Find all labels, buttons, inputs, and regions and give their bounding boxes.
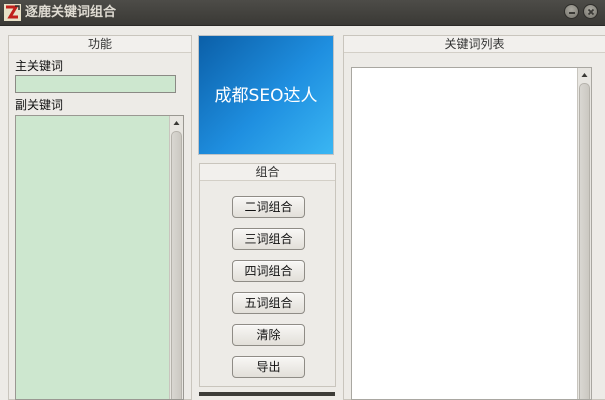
export-button[interactable]: 导出	[232, 356, 305, 378]
three-word-combine-button[interactable]: 三词组合	[232, 228, 305, 250]
function-panel-header: 功能	[9, 36, 191, 53]
keyword-list-scrollbar[interactable]	[577, 68, 591, 399]
window-title: 逐鹿关键词组合	[25, 5, 117, 20]
main-keyword-label: 主关键词	[15, 59, 64, 73]
minimize-icon	[569, 12, 575, 14]
divider	[199, 392, 335, 396]
minimize-button[interactable]	[564, 4, 579, 19]
close-button[interactable]	[583, 4, 598, 19]
keyword-list[interactable]	[351, 67, 592, 400]
five-word-combine-button[interactable]: 五词组合	[232, 292, 305, 314]
scroll-up-arrow-icon[interactable]	[170, 116, 183, 130]
close-icon	[587, 8, 595, 16]
sub-keyword-textarea[interactable]	[15, 115, 184, 400]
app-logo-icon	[4, 4, 21, 21]
promo-banner: 成都SEO达人	[198, 35, 334, 155]
keyword-list-header: 关键词列表	[344, 36, 605, 53]
banner-text: 成都SEO达人	[214, 86, 318, 106]
sub-keyword-label: 副关键词	[15, 98, 64, 112]
title-bar: 逐鹿关键词组合	[0, 0, 605, 26]
main-keyword-input[interactable]	[15, 75, 176, 93]
clear-button[interactable]: 清除	[232, 324, 305, 346]
four-word-combine-button[interactable]: 四词组合	[232, 260, 305, 282]
scroll-up-arrow-icon[interactable]	[578, 68, 591, 82]
scroll-thumb[interactable]	[579, 83, 590, 399]
combine-panel-header: 组合	[200, 164, 335, 181]
scroll-thumb[interactable]	[171, 131, 182, 399]
sub-keyword-scrollbar[interactable]	[169, 116, 183, 399]
two-word-combine-button[interactable]: 二词组合	[232, 196, 305, 218]
